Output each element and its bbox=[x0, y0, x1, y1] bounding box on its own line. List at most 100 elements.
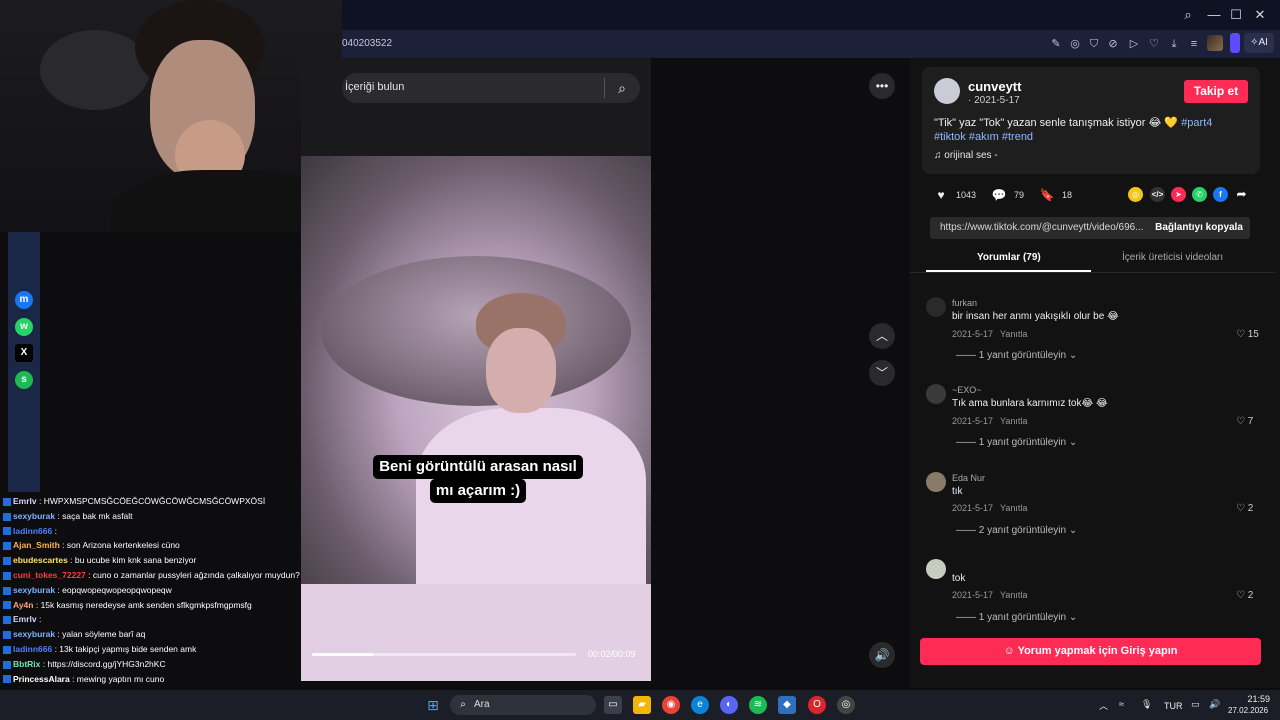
comment-avatar[interactable] bbox=[926, 297, 946, 317]
windows-start-icon[interactable]: ⊞ bbox=[424, 696, 442, 714]
play-icon[interactable]: ▷ bbox=[1127, 37, 1141, 51]
facebook-icon[interactable]: f bbox=[1213, 187, 1228, 202]
coin-icon[interactable]: ◎ bbox=[1128, 187, 1143, 202]
heart-icon[interactable]: ♡ bbox=[1147, 37, 1161, 51]
view-replies[interactable]: —— 1 yanıt görüntüleyin ⌄ bbox=[956, 612, 1077, 623]
chevron-up-icon[interactable]: ︿ bbox=[869, 323, 895, 349]
chat-username[interactable]: Ay4n bbox=[13, 600, 33, 610]
clock-time[interactable]: 21:59 bbox=[1238, 694, 1270, 704]
chat-username[interactable]: Emrlv bbox=[13, 614, 37, 624]
spotify-icon[interactable]: s bbox=[15, 371, 33, 389]
chat-text: : bbox=[36, 614, 42, 625]
share-arrow-icon[interactable]: ➦ bbox=[1234, 187, 1249, 202]
opera-icon[interactable]: O bbox=[808, 696, 826, 714]
comment-avatar[interactable] bbox=[926, 559, 946, 579]
chat-username[interactable]: ladinn666 bbox=[13, 526, 52, 536]
tab-creator-videos[interactable]: İçerik üreticisi videoları bbox=[1122, 252, 1223, 263]
chat-username[interactable]: sexyburak bbox=[13, 511, 55, 521]
reply-button[interactable]: Yanıtla bbox=[1000, 503, 1027, 513]
chat-username[interactable]: sexyburak bbox=[13, 585, 55, 595]
chat-username[interactable]: Ajan_Smith bbox=[13, 540, 60, 550]
mic-icon[interactable]: 🎙 bbox=[1141, 699, 1152, 710]
x-icon[interactable]: X bbox=[15, 344, 33, 362]
more-options-icon[interactable]: ••• bbox=[869, 73, 895, 99]
sidebar-toggle[interactable] bbox=[1230, 33, 1240, 53]
author-avatar[interactable] bbox=[934, 78, 960, 104]
video-time: 00:02/00:09 bbox=[588, 649, 636, 659]
chat-username[interactable]: PrincessAlara bbox=[13, 674, 70, 684]
reply-button[interactable]: Yanıtla bbox=[1000, 590, 1027, 600]
whatsapp-icon[interactable]: w bbox=[15, 318, 33, 336]
shield-icon[interactable]: ⛉ bbox=[1087, 37, 1101, 51]
adblock-icon[interactable]: ⊘ bbox=[1106, 37, 1120, 51]
menu-icon[interactable]: ≡ bbox=[1187, 37, 1201, 51]
hashtags[interactable]: #tiktok #akım #trend bbox=[934, 131, 1033, 143]
ai-button[interactable]: ✧AI bbox=[1244, 33, 1274, 53]
comment-like[interactable]: ♡ 2 bbox=[1236, 503, 1253, 514]
bookmark-icon[interactable]: 🔖 bbox=[1039, 187, 1055, 203]
discord-icon[interactable]: ◐ bbox=[720, 696, 738, 714]
volume-tray-icon[interactable]: 🔊 bbox=[1209, 699, 1220, 710]
chat-username[interactable]: Emrlv bbox=[13, 496, 37, 506]
chevron-down-icon: ⌄ bbox=[1068, 525, 1078, 536]
like-icon[interactable]: ♥ bbox=[933, 187, 949, 203]
hashtag-part4[interactable]: #part4 bbox=[1181, 117, 1212, 129]
tab-comments[interactable]: Yorumlar (79) bbox=[977, 252, 1041, 263]
obs-icon[interactable]: ◎ bbox=[837, 696, 855, 714]
maximize-icon[interactable]: ☐ bbox=[1227, 6, 1245, 24]
embed-icon[interactable]: </> bbox=[1150, 187, 1165, 202]
send-icon[interactable]: ➤ bbox=[1171, 187, 1186, 202]
edit-icon[interactable]: ✎ bbox=[1049, 37, 1063, 51]
view-replies[interactable]: —— 2 yanıt görüntüleyin ⌄ bbox=[956, 525, 1077, 536]
author-name[interactable]: cunveytt bbox=[968, 79, 1021, 94]
task-view-icon[interactable]: ▭ bbox=[604, 696, 622, 714]
camera-icon[interactable]: ◎ bbox=[1068, 37, 1082, 51]
view-replies[interactable]: —— 1 yanıt görüntüleyin ⌄ bbox=[956, 350, 1077, 361]
comment-user[interactable]: furkan bbox=[952, 298, 977, 308]
file-explorer-icon[interactable]: ▰ bbox=[633, 696, 651, 714]
messenger-icon[interactable]: m bbox=[15, 291, 33, 309]
comment-user[interactable]: Eda Nur bbox=[952, 473, 985, 483]
volume-icon[interactable]: 🔊 bbox=[869, 642, 895, 668]
comment-like[interactable]: ♡ 2 bbox=[1236, 590, 1253, 601]
chat-username[interactable]: BbtRix bbox=[13, 659, 40, 669]
reply-button[interactable]: Yanıtla bbox=[1000, 416, 1027, 426]
minimize-icon[interactable]: — bbox=[1205, 6, 1223, 24]
clock-date[interactable]: 27.02.2026 bbox=[1228, 706, 1268, 715]
tray-chevron-icon[interactable]: ︿ bbox=[1099, 699, 1108, 712]
chat-username[interactable]: sexyburak bbox=[13, 629, 55, 639]
video-link[interactable]: https://www.tiktok.com/@cunveytt/video/6… bbox=[940, 222, 1144, 233]
whatsapp-share-icon[interactable]: ✆ bbox=[1192, 187, 1207, 202]
search-icon[interactable]: ⌕ bbox=[612, 78, 632, 98]
chrome-icon[interactable]: ◉ bbox=[662, 696, 680, 714]
copy-link-button[interactable]: Bağlantıyı kopyala bbox=[1148, 217, 1250, 239]
follow-button[interactable]: Takip et bbox=[1184, 80, 1248, 103]
video-player[interactable] bbox=[301, 58, 651, 681]
language-indicator[interactable]: TUR bbox=[1164, 701, 1183, 711]
comment-user[interactable]: ~EXO~ bbox=[952, 385, 982, 395]
chat-username[interactable]: ebudescartes bbox=[13, 555, 68, 565]
monitor-icon[interactable]: ▭ bbox=[1191, 699, 1200, 710]
app-icon[interactable]: ◆ bbox=[778, 696, 796, 714]
chevron-down-icon[interactable]: ﹀ bbox=[869, 360, 895, 386]
chat-username[interactable]: cuni_tokes_72227 bbox=[13, 570, 86, 580]
comment-avatar[interactable] bbox=[926, 384, 946, 404]
download-icon[interactable]: ⤓ bbox=[1167, 37, 1181, 51]
tab-thumbnail[interactable] bbox=[1207, 35, 1223, 51]
chat-username[interactable]: ladinn666 bbox=[13, 644, 52, 654]
url-text[interactable]: 040203522 bbox=[342, 38, 392, 49]
view-replies[interactable]: —— 1 yanıt görüntüleyin ⌄ bbox=[956, 437, 1077, 448]
heart-icon: ♡ bbox=[1236, 503, 1248, 514]
comment-icon[interactable]: 💬 bbox=[991, 187, 1007, 203]
comment-like[interactable]: ♡ 15 bbox=[1236, 329, 1259, 340]
wifi-icon[interactable]: ≈ bbox=[1119, 699, 1124, 709]
reply-button[interactable]: Yanıtla bbox=[1000, 329, 1027, 339]
comment-avatar[interactable] bbox=[926, 472, 946, 492]
comment-like[interactable]: ♡ 7 bbox=[1236, 416, 1253, 427]
edge-icon[interactable]: e bbox=[691, 696, 709, 714]
spotify-taskbar-icon[interactable]: ≋ bbox=[749, 696, 767, 714]
close-icon[interactable]: ✕ bbox=[1251, 6, 1269, 24]
search-icon[interactable]: ⌕ bbox=[1179, 6, 1197, 24]
music-label[interactable]: ♫ orijinal ses - bbox=[934, 150, 998, 161]
login-to-comment-button[interactable]: ☺ Yorum yapmak için Giriş yapın bbox=[920, 638, 1261, 665]
